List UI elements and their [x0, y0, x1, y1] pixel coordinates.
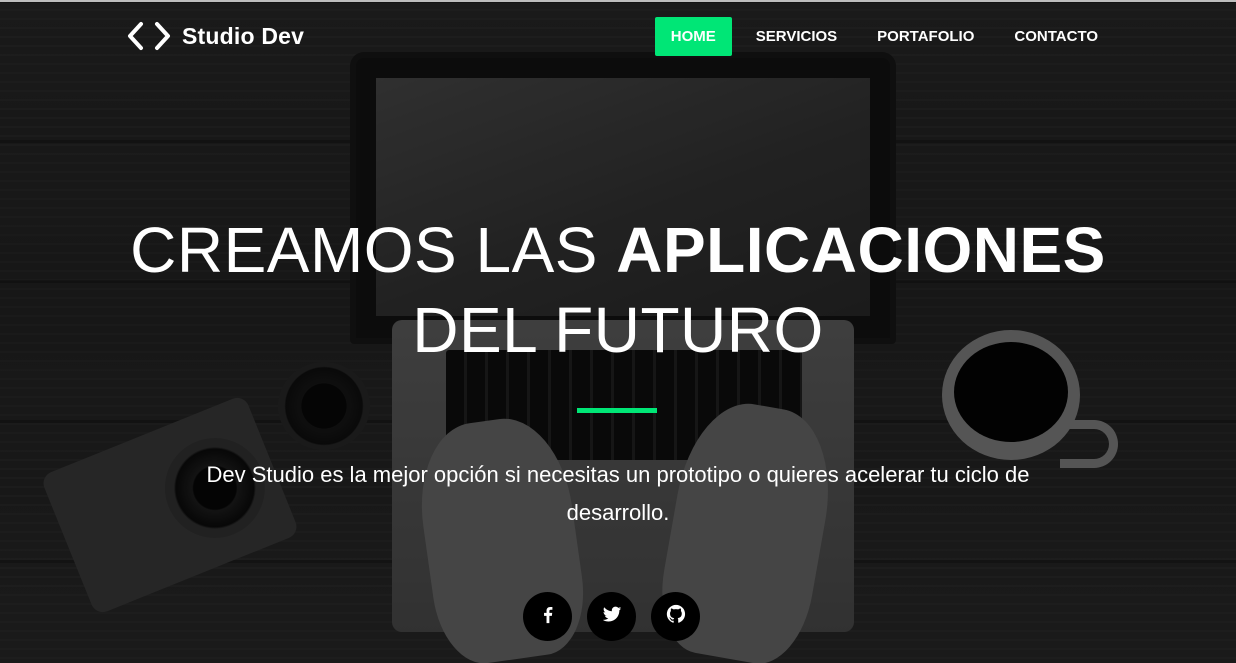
- brand-name: Studio Dev: [182, 22, 305, 49]
- hero-headline: CREAMOS LAS APLICACIONES DEL FUTURO: [0, 210, 1236, 370]
- navbar: Studio Dev HOME SERVICIOS PORTAFOLIO CON…: [0, 0, 1236, 68]
- social-links: [523, 592, 700, 641]
- nav-item-portafolio[interactable]: PORTAFOLIO: [861, 17, 990, 56]
- twitter-icon: [601, 603, 623, 630]
- nav-item-contacto[interactable]: CONTACTO: [998, 17, 1114, 56]
- github-icon: [665, 603, 687, 630]
- twitter-button[interactable]: [587, 592, 636, 641]
- headline-light: CREAMOS LAS: [130, 214, 617, 286]
- github-button[interactable]: [651, 592, 700, 641]
- headline-line2: DEL FUTURO: [412, 294, 824, 366]
- hero-tagline: Dev Studio es la mejor opción si necesit…: [206, 462, 1030, 525]
- nav-item-home[interactable]: HOME: [654, 17, 732, 56]
- facebook-button[interactable]: [523, 592, 572, 641]
- headline-bold: APLICACIONES: [616, 214, 1106, 286]
- accent-divider: [577, 408, 657, 413]
- brand-logo[interactable]: Studio Dev: [126, 20, 304, 52]
- facebook-icon: [537, 603, 559, 630]
- nav-item-servicios[interactable]: SERVICIOS: [740, 17, 853, 56]
- code-brackets-icon: [126, 21, 172, 51]
- main-nav: HOME SERVICIOS PORTAFOLIO CONTACTO: [654, 17, 1114, 56]
